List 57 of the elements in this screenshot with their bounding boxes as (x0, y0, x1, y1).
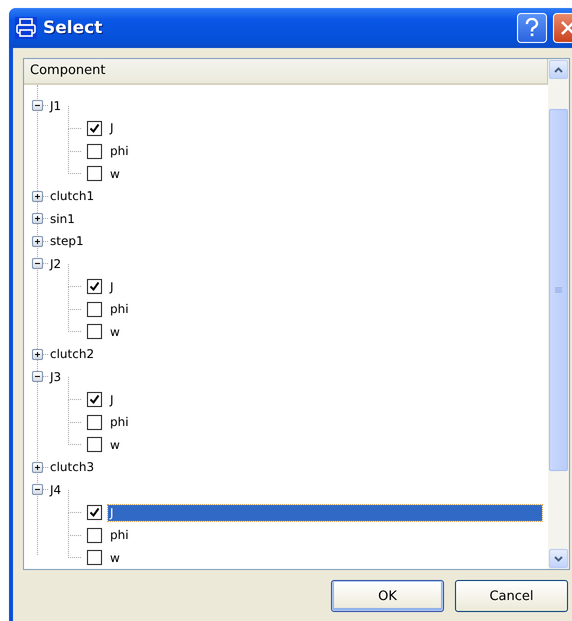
cancel-button[interactable]: Cancel (455, 580, 568, 612)
tree-item[interactable]: phi (108, 414, 131, 430)
checkmark-icon (89, 122, 100, 134)
close-icon (560, 20, 572, 36)
scrollbar[interactable] (548, 59, 569, 569)
tree-item[interactable]: clutch2 (48, 346, 96, 362)
expand-icon[interactable] (34, 464, 41, 471)
checkbox[interactable] (87, 437, 102, 452)
scroll-up-button[interactable] (549, 60, 568, 79)
expand-icon[interactable] (34, 215, 41, 222)
checkbox[interactable] (87, 166, 102, 182)
expand-icon[interactable] (34, 238, 41, 245)
checkbox[interactable] (87, 302, 102, 317)
chevron-down-icon (554, 556, 563, 562)
question-icon (525, 18, 539, 38)
column-header[interactable]: Component (24, 59, 548, 85)
tree-item[interactable]: step1 (48, 233, 86, 250)
checkbox[interactable] (87, 550, 102, 566)
tree-item[interactable]: w (108, 166, 122, 182)
checkbox[interactable] (87, 279, 102, 294)
checkbox[interactable] (87, 392, 102, 408)
ok-button[interactable]: OK (331, 580, 444, 612)
checkmark-icon (89, 281, 100, 292)
tree-item[interactable]: J4 (48, 482, 64, 498)
printer-icon (15, 17, 37, 39)
tree-item[interactable]: w (108, 550, 122, 566)
tree-item[interactable]: J (108, 504, 542, 521)
expand-icon[interactable] (34, 350, 41, 358)
tree-item[interactable]: phi (108, 527, 131, 544)
checkmark-icon (89, 394, 100, 406)
tree-item[interactable]: clutch1 (48, 188, 96, 204)
scroll-thumb[interactable] (549, 109, 568, 471)
window-title: Select (43, 18, 104, 38)
checkbox[interactable] (87, 505, 102, 520)
checkmark-icon (89, 507, 100, 518)
tree-item[interactable]: w (108, 324, 122, 340)
checkbox[interactable] (87, 414, 102, 430)
tree-item[interactable]: J (108, 120, 116, 136)
tree-item[interactable]: phi (108, 301, 131, 318)
expand-icon[interactable] (34, 192, 41, 200)
checkbox[interactable] (87, 144, 102, 159)
tree-item[interactable]: J3 (48, 368, 64, 385)
tree-item[interactable]: clutch3 (48, 459, 96, 476)
tree-item[interactable]: sin1 (48, 210, 77, 227)
checkbox[interactable] (87, 324, 102, 340)
chevron-up-icon (554, 66, 563, 72)
scroll-down-button[interactable] (549, 549, 568, 568)
tree-item[interactable]: J1 (48, 98, 64, 114)
tree-item[interactable]: J (108, 278, 116, 295)
tree-item[interactable]: phi (108, 143, 131, 160)
tree-item[interactable]: J (108, 392, 116, 408)
grip-icon (555, 286, 562, 294)
tree-item[interactable]: J2 (48, 256, 64, 272)
tree-item[interactable]: w (108, 436, 122, 453)
checkbox[interactable] (87, 528, 102, 543)
checkbox[interactable] (87, 120, 102, 136)
help-button[interactable] (517, 13, 547, 43)
